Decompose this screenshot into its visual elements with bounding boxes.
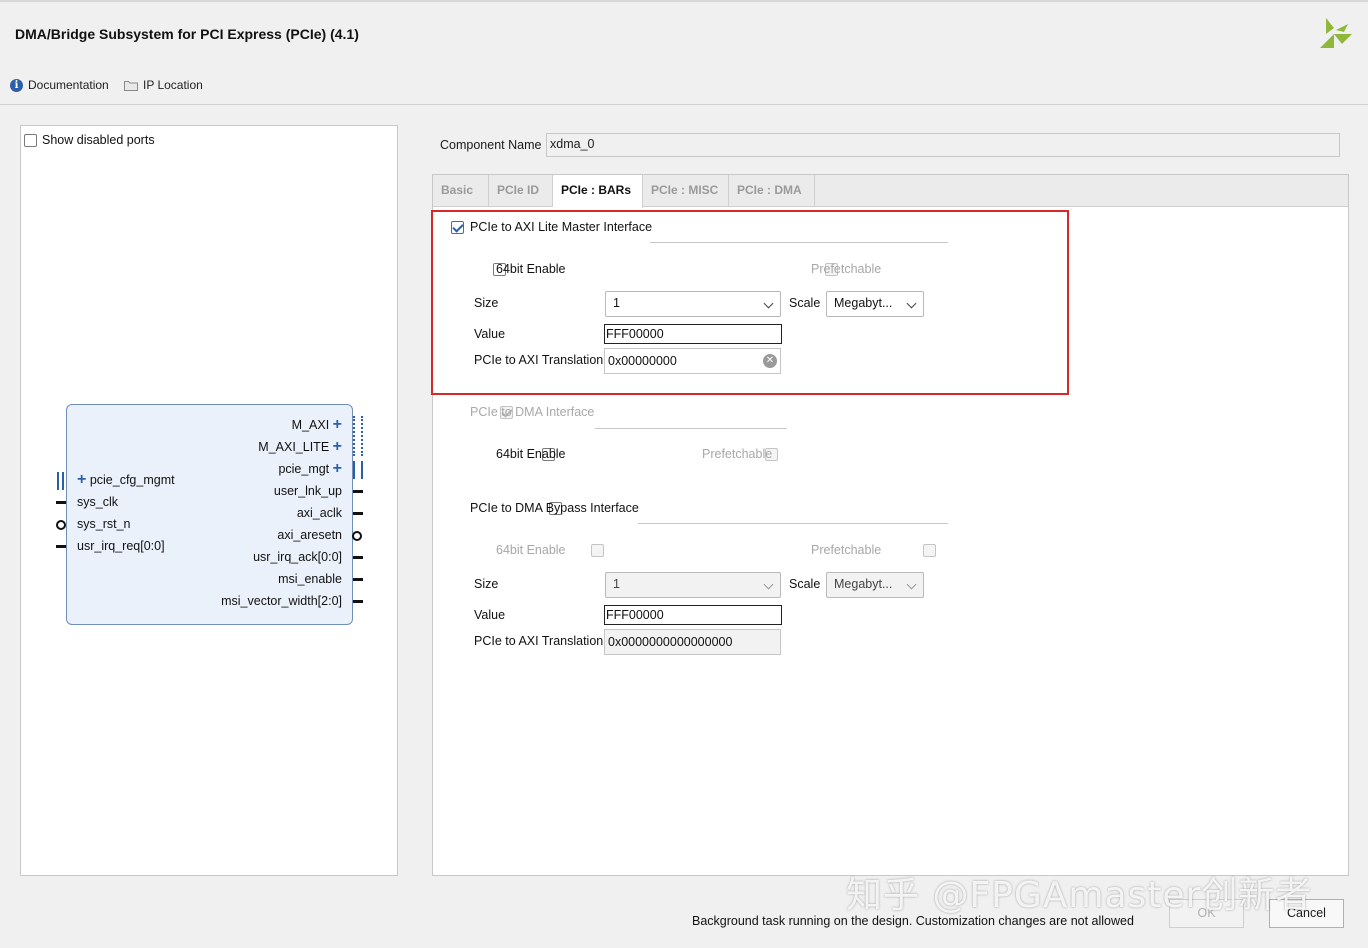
bypass-64bit-label: 64bit Enable bbox=[496, 543, 566, 557]
port-msi-vector-width: msi_vector_width[2:0] bbox=[221, 594, 342, 608]
ip-symbol-block[interactable]: M_AXI + M_AXI_LITE + pcie_mgt + user_lnk… bbox=[66, 404, 353, 625]
show-disabled-ports-checkbox[interactable] bbox=[24, 133, 37, 147]
port-pcie-mgt: pcie_mgt + bbox=[278, 460, 342, 477]
clear-icon[interactable]: ✕ bbox=[763, 354, 777, 368]
axi-aclk-pin bbox=[353, 512, 363, 515]
bypass-scale-label: Scale bbox=[789, 577, 821, 591]
port-sys-clk: sys_clk bbox=[77, 495, 118, 509]
axi-lite-master-title: PCIe to AXI Lite Master Interface bbox=[470, 220, 653, 234]
tab-basic[interactable]: Basic bbox=[433, 175, 489, 207]
tab-pcie-misc[interactable]: PCIe : MISC bbox=[643, 175, 729, 207]
bypass-scale-dropdown: Megabyt... bbox=[826, 572, 924, 598]
axi-lite-size-dropdown[interactable]: 1 bbox=[605, 291, 781, 317]
section-divider bbox=[650, 242, 948, 243]
axi-lite-value-input[interactable]: FFF00000 bbox=[604, 324, 782, 344]
chevron-down-icon bbox=[906, 298, 917, 309]
section-divider bbox=[638, 523, 948, 524]
axi-aresetn-pin bbox=[352, 531, 362, 541]
dma-prefetchable-label: Prefetchable bbox=[702, 447, 773, 461]
bypass-value-label: Value bbox=[474, 608, 506, 622]
axi-lite-64bit-label: 64bit Enable bbox=[496, 262, 566, 276]
axi-lite-scale-dropdown[interactable]: Megabyt... bbox=[826, 291, 924, 317]
axi-lite-translation-input[interactable]: 0x00000000 ✕ bbox=[604, 348, 781, 374]
bypass-size-dropdown: 1 bbox=[605, 572, 781, 598]
tab-bar: Basic PCIe ID PCIe : BARs PCIe : MISC PC… bbox=[433, 175, 1348, 208]
bypass-64bit-checkbox bbox=[591, 544, 605, 557]
axi-lite-value-label: Value bbox=[474, 327, 506, 341]
tab-pcie-dma[interactable]: PCIe : DMA bbox=[729, 175, 815, 207]
port-m-axi-lite: M_AXI_LITE + bbox=[258, 438, 342, 455]
tab-pcie-id[interactable]: PCIe ID bbox=[489, 175, 553, 207]
msi-vector-width-pin bbox=[353, 600, 363, 603]
bypass-translation-input: 0x0000000000000000 bbox=[604, 629, 781, 655]
port-pcie-cfg-mgmt: + pcie_cfg_mgmt bbox=[77, 471, 175, 488]
msi-enable-pin bbox=[353, 578, 363, 581]
ip-location-label: IP Location bbox=[143, 78, 203, 92]
chevron-down-icon bbox=[906, 579, 917, 590]
show-disabled-ports-label: Show disabled ports bbox=[42, 133, 155, 147]
component-name-label: Component Name bbox=[440, 138, 542, 152]
bypass-value-input[interactable]: FFF00000 bbox=[604, 605, 782, 625]
component-name-input[interactable]: xdma_0 bbox=[546, 133, 1340, 157]
dma-64bit-label: 64bit Enable bbox=[496, 447, 566, 461]
bypass-prefetchable-checkbox bbox=[922, 544, 936, 557]
port-axi-aclk: axi_aclk bbox=[296, 506, 342, 520]
port-axi-aresetn: axi_aresetn bbox=[277, 528, 342, 542]
ip-location-button[interactable]: IP Location bbox=[124, 78, 203, 92]
expand-icon[interactable]: + bbox=[333, 438, 342, 455]
chevron-down-icon bbox=[763, 579, 774, 590]
sys-rst-n-pin bbox=[56, 520, 66, 530]
expand-icon[interactable]: + bbox=[333, 460, 342, 477]
port-usr-irq-req: usr_irq_req[0:0] bbox=[77, 539, 165, 553]
port-user-lnk-up: user_lnk_up bbox=[273, 484, 342, 498]
window-title: DMA/Bridge Subsystem for PCI Express (PC… bbox=[15, 26, 359, 42]
expand-icon[interactable]: + bbox=[333, 416, 342, 433]
chevron-down-icon bbox=[763, 298, 774, 309]
axi-lite-prefetchable-label: Prefetchable bbox=[811, 262, 882, 276]
usr-irq-ack-pin bbox=[353, 556, 363, 559]
port-msi-enable: msi_enable bbox=[278, 572, 342, 586]
usr-irq-req-pin bbox=[56, 545, 66, 548]
axi-lite-size-label: Size bbox=[474, 296, 499, 310]
tab-pcie-bars[interactable]: PCIe : BARs bbox=[553, 175, 643, 208]
folder-icon bbox=[124, 80, 138, 91]
sys-clk-pin bbox=[56, 501, 66, 504]
bypass-translation-label: PCIe to AXI Translation bbox=[474, 634, 604, 648]
toolbar-divider bbox=[0, 104, 1368, 105]
bypass-size-label: Size bbox=[474, 577, 499, 591]
top-border bbox=[0, 0, 1368, 2]
dma-bypass-title: PCIe to DMA Bypass Interface bbox=[470, 501, 639, 515]
port-usr-irq-ack: usr_irq_ack[0:0] bbox=[253, 550, 342, 564]
documentation-button[interactable]: i Documentation bbox=[10, 78, 109, 92]
xilinx-logo-icon bbox=[1320, 18, 1352, 48]
user-lnk-up-pin bbox=[353, 490, 363, 493]
pcie-mgt-bus-pin bbox=[353, 461, 363, 479]
section-divider bbox=[595, 428, 787, 429]
pcie-cfg-mgmt-bus-pin bbox=[57, 472, 64, 490]
port-m-axi: M_AXI + bbox=[291, 416, 342, 433]
documentation-label: Documentation bbox=[28, 78, 109, 92]
axi-lite-master-checkbox[interactable] bbox=[451, 221, 464, 234]
axi-lite-translation-label: PCIe to AXI Translation bbox=[474, 353, 604, 367]
axi-lite-scale-label: Scale bbox=[789, 296, 821, 310]
expand-icon[interactable]: + bbox=[77, 471, 86, 488]
show-disabled-ports-toggle[interactable]: Show disabled ports bbox=[24, 133, 155, 147]
m-axi-bus-pin bbox=[353, 416, 363, 456]
info-icon: i bbox=[10, 78, 23, 92]
watermark-text: 知乎 @FPGAmaster创新者 bbox=[846, 875, 1313, 916]
bypass-prefetchable-label: Prefetchable bbox=[811, 543, 882, 557]
port-sys-rst-n: sys_rst_n bbox=[77, 517, 131, 531]
dma-interface-title: PCIe to DMA Interface bbox=[470, 405, 595, 419]
